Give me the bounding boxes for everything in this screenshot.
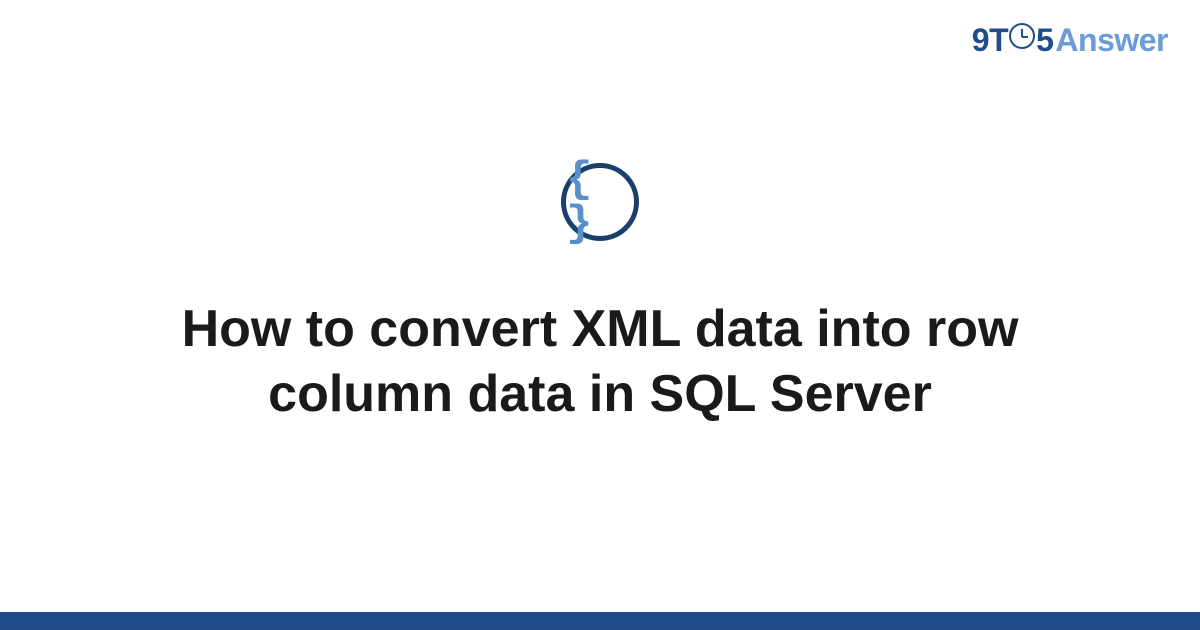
site-logo[interactable]: 9T 5 Answer — [972, 22, 1168, 59]
clock-icon — [1009, 23, 1035, 49]
code-braces-icon: { } — [561, 163, 639, 241]
logo-text-5: 5 — [1036, 22, 1053, 59]
page-title: How to convert XML data into row column … — [100, 297, 1100, 427]
main-content: { } How to convert XML data into row col… — [0, 0, 1200, 630]
braces-glyph: { } — [566, 158, 634, 246]
logo-text-9t: 9T — [972, 22, 1008, 59]
logo-text-answer: Answer — [1055, 22, 1168, 59]
footer-bar — [0, 612, 1200, 630]
